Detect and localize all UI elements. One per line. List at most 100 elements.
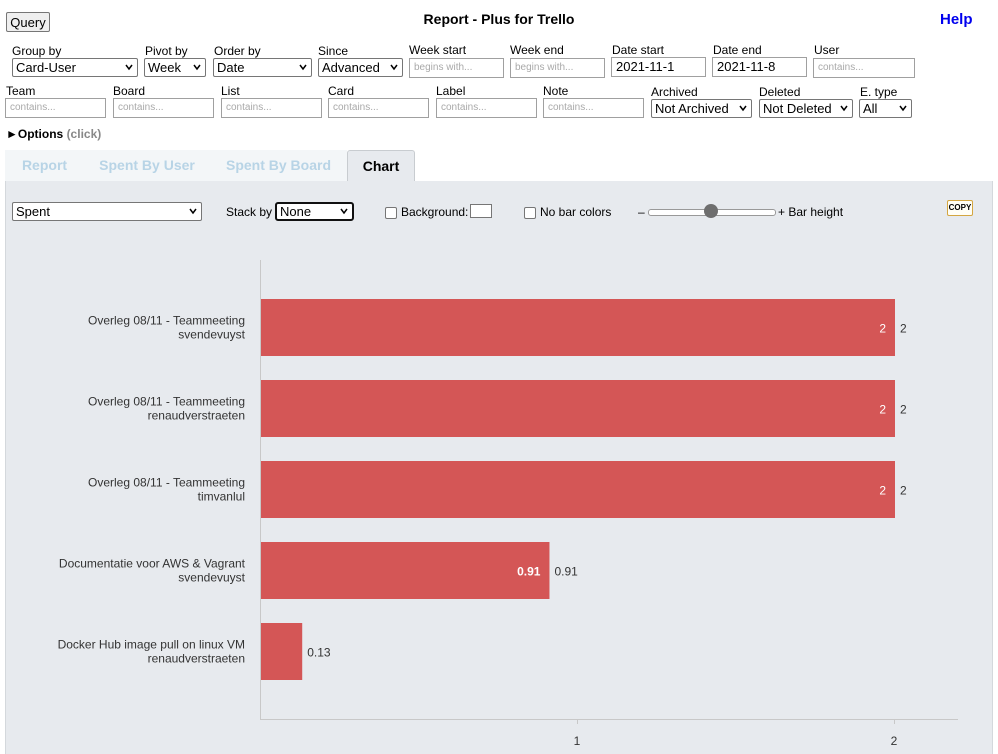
bar bbox=[261, 542, 550, 599]
category-sublabel: renaudverstraeten bbox=[148, 409, 245, 423]
category-sublabel: timvanlul bbox=[198, 490, 245, 504]
pivot-by-value: Week bbox=[148, 60, 181, 75]
since-label: Since bbox=[318, 44, 349, 58]
bar-inner-value-label: 2 bbox=[879, 484, 886, 498]
category-sublabel: renaudverstraeten bbox=[148, 652, 245, 666]
options-toggle[interactable]: ►Options (click) bbox=[6, 127, 101, 141]
chevron-down-icon bbox=[840, 105, 848, 112]
stack-by-value: None bbox=[280, 204, 312, 219]
stack-by-label: Stack by bbox=[226, 205, 273, 219]
note-label: Note bbox=[543, 84, 569, 98]
page-title: Report - Plus for Trello bbox=[423, 11, 575, 27]
chevron-down-icon bbox=[193, 64, 201, 71]
deleted-label: Deleted bbox=[759, 85, 801, 99]
date-start-label: Date start bbox=[612, 43, 665, 57]
bar-value-label: 2 bbox=[900, 322, 907, 336]
card-label: Card bbox=[328, 84, 355, 98]
background-color-picker[interactable] bbox=[470, 204, 492, 218]
chevron-down-icon bbox=[299, 64, 307, 71]
bar bbox=[261, 380, 895, 437]
bar-inner-value-label: 2 bbox=[879, 403, 886, 417]
group-by-label: Group by bbox=[12, 44, 62, 58]
category-label: Docker Hub image pull on linux VM bbox=[58, 638, 245, 652]
chevron-down-icon bbox=[739, 105, 747, 112]
chevron-down-icon bbox=[899, 105, 907, 112]
chevron-down-icon bbox=[125, 64, 133, 71]
list-input[interactable]: contains... bbox=[221, 98, 322, 118]
archived-select[interactable]: Not Archived bbox=[651, 99, 752, 118]
bar-value-label: 2 bbox=[900, 484, 907, 498]
order-by-value: Date bbox=[217, 60, 245, 75]
etype-value: All bbox=[863, 101, 878, 116]
user-input[interactable]: contains... bbox=[813, 58, 915, 78]
since-select[interactable]: Advanced bbox=[318, 58, 403, 77]
board-label: Board bbox=[113, 84, 146, 98]
archived-value: Not Archived bbox=[655, 101, 729, 116]
user-label: User bbox=[814, 43, 840, 57]
bar-height-slider-thumb[interactable] bbox=[704, 204, 718, 218]
measure-select[interactable]: Spent bbox=[12, 202, 202, 221]
chevron-down-icon bbox=[340, 208, 348, 215]
label-label: Label bbox=[436, 84, 466, 98]
order-by-select[interactable]: Date bbox=[213, 58, 312, 77]
no-bar-colors-checkbox[interactable] bbox=[524, 207, 536, 219]
tab-spent-by-board[interactable]: Spent By Board bbox=[210, 150, 347, 181]
options-hint: (click) bbox=[66, 127, 102, 141]
group-by-value: Card-User bbox=[16, 60, 76, 75]
chevron-down-icon bbox=[189, 208, 197, 215]
bar bbox=[261, 623, 303, 680]
bar bbox=[261, 299, 895, 356]
stack-by-select[interactable]: None bbox=[275, 202, 354, 221]
background-label: Background: bbox=[401, 205, 469, 219]
group-by-select[interactable]: Card-User bbox=[12, 58, 138, 77]
tab-spent-by-user[interactable]: Spent By User bbox=[84, 150, 210, 181]
x-tick-label: 2 bbox=[891, 734, 898, 748]
tab-report[interactable]: Report bbox=[5, 150, 84, 181]
category-label: Overleg 08/11 - Teammeeting bbox=[88, 314, 245, 328]
bar bbox=[261, 461, 895, 518]
deleted-select[interactable]: Not Deleted bbox=[759, 99, 853, 118]
pivot-by-select[interactable]: Week bbox=[144, 58, 206, 77]
date-end-input[interactable]: 2021-11-8 bbox=[712, 57, 807, 77]
bar-height-label: + Bar height bbox=[778, 205, 844, 219]
copy-button[interactable]: COPY bbox=[947, 200, 973, 216]
since-value: Advanced bbox=[322, 60, 380, 75]
options-label: Options bbox=[17, 127, 64, 141]
category-sublabel: svendevuyst bbox=[178, 571, 245, 585]
week-end-input[interactable]: begins with... bbox=[510, 58, 605, 78]
etype-label: E. type bbox=[860, 85, 898, 99]
date-start-input[interactable]: 2021-11-1 bbox=[611, 57, 706, 77]
board-input[interactable]: contains... bbox=[113, 98, 214, 118]
note-input[interactable]: contains... bbox=[543, 98, 644, 118]
bar-value-label: 0.13 bbox=[307, 646, 331, 660]
card-input[interactable]: contains... bbox=[328, 98, 429, 118]
bar-chart: 1 2Overleg 08/11 - Teammeetingsvendevuyst… bbox=[58, 260, 958, 748]
background-checkbox[interactable] bbox=[385, 207, 397, 219]
week-start-input[interactable]: begins with... bbox=[409, 58, 504, 78]
bar-inner-value-label: 0.91 bbox=[517, 565, 541, 579]
bar-inner-value-label: 2 bbox=[879, 322, 886, 336]
etype-select[interactable]: All bbox=[859, 99, 912, 118]
tab-chart[interactable]: Chart bbox=[347, 150, 415, 183]
slider-minus: – bbox=[638, 205, 645, 219]
x-tick-label: 1 bbox=[574, 734, 581, 748]
category-label: Overleg 08/11 - Teammeeting bbox=[88, 476, 245, 490]
bar-value-label: 0.91 bbox=[554, 565, 578, 579]
order-by-label: Order by bbox=[214, 44, 261, 58]
triangle-right-icon: ► bbox=[6, 127, 18, 141]
category-label: Documentatie voor AWS & Vagrant bbox=[59, 557, 246, 571]
chevron-down-icon bbox=[390, 64, 398, 71]
week-start-label: Week start bbox=[409, 43, 467, 57]
label-input[interactable]: contains... bbox=[436, 98, 537, 118]
archived-label: Archived bbox=[651, 85, 698, 99]
category-sublabel: svendevuyst bbox=[178, 328, 245, 342]
week-end-label: Week end bbox=[510, 43, 564, 57]
pivot-by-label: Pivot by bbox=[145, 44, 188, 58]
help-link[interactable]: Help bbox=[940, 11, 973, 28]
team-input[interactable]: contains... bbox=[5, 98, 106, 118]
bar-value-label: 2 bbox=[900, 403, 907, 417]
measure-value: Spent bbox=[16, 204, 50, 219]
no-bar-colors-label: No bar colors bbox=[540, 205, 612, 219]
team-label: Team bbox=[6, 84, 36, 98]
category-label: Overleg 08/11 - Teammeeting bbox=[88, 395, 245, 409]
